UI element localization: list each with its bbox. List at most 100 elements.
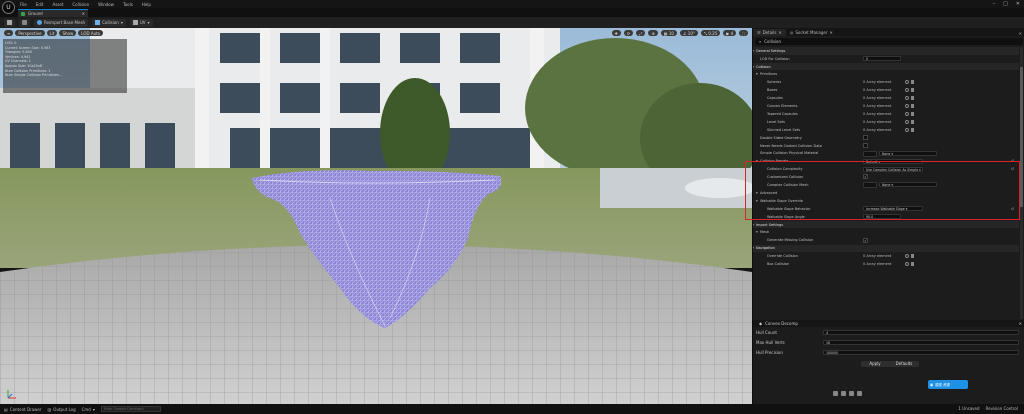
world-local-button[interactable]: ⊕ xyxy=(648,30,658,36)
lod-button[interactable]: LOD Auto xyxy=(78,30,104,36)
folder-icon[interactable] xyxy=(849,391,854,396)
defaults-button[interactable]: Defaults xyxy=(889,361,919,367)
apply-button[interactable]: Apply xyxy=(861,361,889,367)
scrollbar-thumb[interactable] xyxy=(1020,67,1023,207)
trash-icon[interactable] xyxy=(911,111,914,116)
menu-collision[interactable]: Collision xyxy=(72,2,89,7)
expand-arrow-icon[interactable]: ▾ xyxy=(753,223,754,227)
tab-details[interactable]: ☰ Details ✕ xyxy=(753,29,786,36)
hull-precision-row: Hull Precision 100000 xyxy=(753,349,1024,356)
unsaved-indicator[interactable]: 1 Unsaved xyxy=(958,406,979,411)
asset-dropdown[interactable]: None ▾ xyxy=(879,150,937,156)
category-header[interactable]: ▾Collision xyxy=(753,62,1019,71)
menu-tools[interactable]: Tools xyxy=(123,2,133,7)
transform-button[interactable]: ✥ xyxy=(611,30,621,36)
add-element-icon[interactable] xyxy=(905,111,909,116)
image-icon[interactable] xyxy=(841,391,846,396)
minimize-icon[interactable]: – xyxy=(993,1,996,7)
numeric-field[interactable]: 0 xyxy=(863,55,901,61)
trash-icon[interactable] xyxy=(911,88,914,92)
trash-icon[interactable] xyxy=(911,95,914,100)
viewport[interactable]: ≡ Perspective Lit Show LOD Auto ✥ ⟳ ⤢ ⊕ … xyxy=(0,28,752,404)
snap-grid-button[interactable]: ▦ 10 xyxy=(660,30,677,36)
details-scrollbar[interactable] xyxy=(1020,47,1023,319)
tab-socket-manager[interactable]: ◎ Socket Manager ✕ xyxy=(786,29,837,36)
checkbox[interactable] xyxy=(863,237,868,243)
menu-asset[interactable]: Asset xyxy=(52,2,63,7)
trash-icon[interactable] xyxy=(911,127,914,132)
maximize-viewport-button[interactable]: ⛶ xyxy=(739,30,748,36)
trash-icon[interactable] xyxy=(911,253,914,258)
hull-precision-field[interactable]: 100000 xyxy=(823,350,1019,355)
maximize-icon[interactable]: □ xyxy=(1003,1,1008,7)
camera-icon[interactable] xyxy=(833,391,838,396)
convex-close-icon[interactable]: ✕ xyxy=(1019,321,1022,326)
uv-menu-button[interactable]: UV ▾ xyxy=(129,18,153,27)
add-element-icon[interactable] xyxy=(905,119,909,124)
checkbox[interactable] xyxy=(863,134,868,140)
expand-arrow-icon[interactable]: ▾ xyxy=(753,65,754,69)
perspective-button[interactable]: Perspective xyxy=(15,30,45,36)
details-search[interactable]: ⌕ Collision xyxy=(755,38,1023,45)
expand-arrow-icon[interactable]: ▾ xyxy=(756,72,758,76)
settings-icon[interactable] xyxy=(857,391,862,396)
menu-file[interactable]: File xyxy=(20,2,27,7)
snap-scale-button[interactable]: ⤡ 0.25 xyxy=(700,30,721,36)
add-element-icon[interactable] xyxy=(905,88,909,92)
tab-ground[interactable]: Ground ✕ xyxy=(18,9,88,17)
lit-button[interactable]: Lit xyxy=(46,30,58,36)
property-row: Double Sided Geometry xyxy=(753,134,1019,142)
expand-arrow-icon[interactable]: ▾ xyxy=(753,49,754,53)
category-header[interactable]: ▾Navigation xyxy=(753,244,1019,252)
trash-icon[interactable] xyxy=(911,103,914,108)
trash-icon[interactable] xyxy=(911,80,914,85)
collision-menu-button[interactable]: Collision ▾ xyxy=(92,18,126,27)
menu-help[interactable]: Help xyxy=(142,2,151,7)
property-value: 0 Array element xyxy=(863,96,892,101)
add-element-icon[interactable] xyxy=(905,80,909,85)
expand-arrow-icon[interactable]: ▾ xyxy=(753,246,754,250)
add-element-icon[interactable] xyxy=(905,261,909,266)
browse-button[interactable] xyxy=(19,18,30,27)
menu-window[interactable]: Window xyxy=(98,2,114,7)
add-element-icon[interactable] xyxy=(905,127,909,132)
revision-control-button[interactable]: Revision Control xyxy=(986,406,1018,411)
convex-icon: ◆ xyxy=(759,321,763,326)
add-element-icon[interactable] xyxy=(905,103,909,108)
trash-icon[interactable] xyxy=(911,261,914,266)
max-hull-verts-field[interactable]: 16 xyxy=(823,340,1019,345)
category-header[interactable]: ▾General Settings xyxy=(753,47,1019,55)
search-input[interactable]: Collision xyxy=(764,39,781,44)
checkbox[interactable] xyxy=(863,142,868,148)
add-element-icon[interactable] xyxy=(905,253,909,258)
snap-angle-button[interactable]: ∠ 10° xyxy=(679,30,698,36)
expand-arrow-icon[interactable]: ▾ xyxy=(756,230,758,234)
hull-precision-label: Hull Precision xyxy=(756,350,783,355)
unreal-logo-icon[interactable]: U xyxy=(2,1,15,14)
cmd-button[interactable]: Cmd ▾ xyxy=(82,407,95,412)
close-window-icon[interactable]: ✕ xyxy=(1016,1,1020,7)
camera-speed-button[interactable]: ▶ 4 xyxy=(723,30,737,36)
content-drawer-button[interactable]: ▤ Content Drawer xyxy=(4,407,42,412)
viewport-options-button[interactable]: ≡ xyxy=(4,30,14,36)
reimport-button[interactable]: Reimport Base Mesh xyxy=(34,18,89,27)
rotate-button[interactable]: ⟳ xyxy=(623,30,634,36)
hull-count-field[interactable]: 4 xyxy=(823,330,1019,335)
trash-icon[interactable] xyxy=(911,119,914,124)
console-command-input[interactable]: Enter Console Command xyxy=(100,406,161,412)
scale-button[interactable]: ⤢ xyxy=(636,30,646,36)
save-button[interactable] xyxy=(4,18,15,27)
badge-icon: ▣ xyxy=(930,382,934,387)
tab-close-icon[interactable]: ✕ xyxy=(82,11,85,16)
add-element-icon[interactable] xyxy=(905,95,909,100)
menu-edit[interactable]: Edit xyxy=(36,2,44,7)
property-label: Import Settings xyxy=(756,222,784,227)
output-log-button[interactable]: ▥ Output Log xyxy=(48,407,76,412)
show-button[interactable]: Show xyxy=(59,30,77,36)
panel-close-icon[interactable]: ✕ xyxy=(1019,31,1022,36)
tab-socket-label: Socket Manager xyxy=(795,30,828,35)
tab-close-icon[interactable]: ✕ xyxy=(778,30,781,35)
tab-close-icon[interactable]: ✕ xyxy=(830,30,833,35)
category-header[interactable]: ▾Import Settings xyxy=(753,220,1019,229)
property-label: Never Needs Cooked Collision Data xyxy=(760,143,822,148)
